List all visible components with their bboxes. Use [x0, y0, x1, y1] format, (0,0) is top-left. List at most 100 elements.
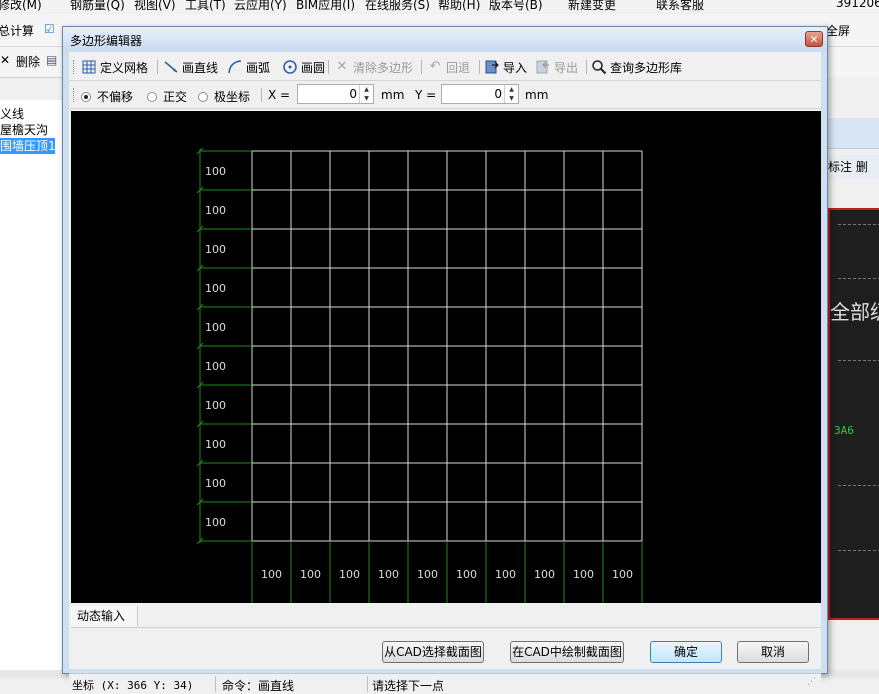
menu-online[interactable]: 在线服务(S) [365, 0, 430, 12]
toolbar-separator [479, 60, 480, 74]
status-coords: 坐标 (X: 366 Y: 34) [72, 677, 193, 693]
define-grid-button[interactable]: 定义网格 [81, 58, 148, 76]
define-grid-label: 定义网格 [100, 60, 149, 75]
grid-drawing[interactable]: 100 100 100 100 100 100 100 100 100 100 100 100 100 1… [71, 111, 821, 603]
menu-tools[interactable]: 工具(T) [185, 0, 226, 12]
annotate-button[interactable]: 标注 [828, 160, 852, 174]
menu-cloud[interactable]: 云应用(Y) [234, 0, 287, 12]
draw-arc-button[interactable]: 画弧 [227, 58, 270, 76]
tree-item[interactable]: 义线 [0, 106, 62, 122]
select-from-cad-button[interactable]: 从CAD选择截面图 [382, 641, 484, 663]
x-offset-value: 0 [349, 87, 357, 101]
menu-version[interactable]: 版本号(B) [489, 0, 543, 12]
col-dimension-label: 100 [534, 568, 555, 581]
clear-polygon-button[interactable]: ✕ 清除多边形 [334, 58, 413, 76]
polygon-canvas[interactable]: 100 100 100 100 100 100 100 100 100 100 100 100 100 1… [71, 111, 821, 603]
row-dimension-label: 100 [205, 516, 226, 529]
menu-contact[interactable]: 联系客服 [656, 0, 704, 12]
col-dimension-label: 100 [300, 568, 321, 581]
copy-icon: ▤ [46, 53, 58, 67]
toolbar-grip[interactable] [73, 60, 77, 74]
row-dimension-label: 100 [205, 477, 226, 490]
user-id: 391206 [836, 0, 879, 10]
status-coords-text: 坐标 (X: 366 Y: 34) [72, 679, 194, 692]
ortho-radio[interactable]: 正交 [147, 88, 187, 105]
status-divider [215, 676, 216, 692]
no-offset-radio[interactable]: 不偏移 [81, 88, 133, 105]
draw-circle-label: 画圆 [301, 60, 326, 75]
status-prompt: 请选择下一点 [372, 679, 445, 693]
import-label: 导入 [503, 60, 528, 75]
y-label: Y = [415, 88, 437, 102]
row-dimension-label: 100 [205, 243, 226, 256]
no-offset-label: 不偏移 [97, 90, 134, 104]
dashed-line [838, 360, 879, 361]
query-library-button[interactable]: 查询多边形库 [591, 58, 682, 76]
status-divider [367, 676, 368, 692]
drawing-text: 全部级 [830, 300, 879, 324]
tree-item-selected[interactable]: 围墙压顶1 [0, 138, 56, 154]
app-menubar: 修改(M) 钢筋量(Q) 视图(V) 工具(T) 云应用(Y) BIM应用(I)… [0, 0, 879, 12]
draw-in-cad-button[interactable]: 在CAD中绘制截面图 [510, 641, 624, 663]
divider [71, 627, 821, 628]
delete-button[interactable]: 删除 [16, 53, 40, 70]
dynamic-input-tab[interactable]: 动态输入 [71, 606, 138, 626]
drawing-toolbar: 定义网格 画直线 画弧 画圆 ✕ 清除多边形 ↶ 回退 导入 导出 查询多边形库 [69, 54, 821, 81]
line-icon [163, 59, 179, 75]
menu-modify[interactable]: 修改(M) [0, 0, 42, 12]
x-offset-input[interactable]: 0 ▲ ▼ [297, 84, 374, 104]
undo-icon: ↶ [429, 59, 441, 74]
fullscreen-button[interactable]: 全屏 [826, 22, 850, 39]
undo-button[interactable]: ↶ 回退 [427, 58, 470, 76]
col-dimension-label: 100 [339, 568, 360, 581]
menu-bim[interactable]: BIM应用(I) [296, 0, 355, 12]
polar-radio[interactable]: 极坐标 [198, 88, 250, 105]
dialog-titlebar[interactable]: 多边形编辑器 ✕ [63, 27, 827, 51]
spin-arrows-icon[interactable]: ▲ ▼ [359, 85, 373, 103]
col-dimension-label: 100 [573, 568, 594, 581]
draw-circle-button[interactable]: 画圆 [282, 58, 325, 76]
y-offset-input[interactable]: 0 ▲ ▼ [441, 84, 519, 104]
status-bar: 坐标 (X: 366 Y: 34) 命令：画直线 请选择下一点 ⋰ [69, 673, 821, 694]
col-dimension-label: 100 [261, 568, 282, 581]
app-right-tab [828, 118, 879, 149]
import-icon [484, 59, 500, 75]
row-dimension-label: 100 [205, 399, 226, 412]
resize-grip-icon[interactable]: ⋰ [807, 677, 816, 687]
row-dimension-label: 100 [205, 360, 226, 373]
ortho-label: 正交 [163, 90, 188, 104]
spin-arrows-icon[interactable]: ▲ ▼ [504, 85, 518, 103]
ok-button[interactable]: 确定 [650, 641, 722, 663]
toolbar-separator [261, 88, 262, 102]
menu-help[interactable]: 帮助(H) [438, 0, 480, 12]
cancel-button[interactable]: 取消 [737, 641, 809, 663]
menu-new-change[interactable]: 新建变更 [568, 0, 616, 12]
close-button[interactable]: ✕ [805, 31, 823, 47]
col-dimension-label: 100 [495, 568, 516, 581]
draw-arc-label: 画弧 [246, 60, 271, 75]
app-right-labelbar: 标注 删 [828, 155, 879, 179]
radio-dot [198, 91, 208, 102]
draw-line-button[interactable]: 画直线 [163, 58, 218, 76]
export-icon [535, 59, 551, 75]
dashed-line [838, 485, 879, 486]
export-label: 导出 [554, 60, 579, 75]
grid-icon [81, 59, 97, 75]
col-dimension-label: 100 [378, 568, 399, 581]
status-command: 命令：画直线 [222, 679, 295, 693]
menu-rebar[interactable]: 钢筋量(Q) [70, 0, 125, 12]
delete-button-2[interactable]: 删 [856, 160, 868, 174]
total-calc-button[interactable]: 总计算 [0, 22, 34, 39]
row-dimension-label: 100 [205, 321, 226, 334]
undo-label: 回退 [446, 60, 471, 75]
dashed-line [838, 278, 879, 279]
app-drawing-canvas[interactable]: 全部级 3A6 [828, 208, 879, 620]
delete-icon: ✕ [0, 53, 11, 67]
menu-view[interactable]: 视图(V) [134, 0, 176, 12]
toolbar-grip[interactable] [73, 88, 77, 102]
col-dimension-label: 100 [612, 568, 633, 581]
export-button[interactable]: 导出 [535, 58, 578, 76]
import-button[interactable]: 导入 [484, 58, 527, 76]
clear-polygon-label: 清除多边形 [353, 60, 414, 75]
tree-item[interactable]: 屋檐天沟 [0, 122, 62, 138]
